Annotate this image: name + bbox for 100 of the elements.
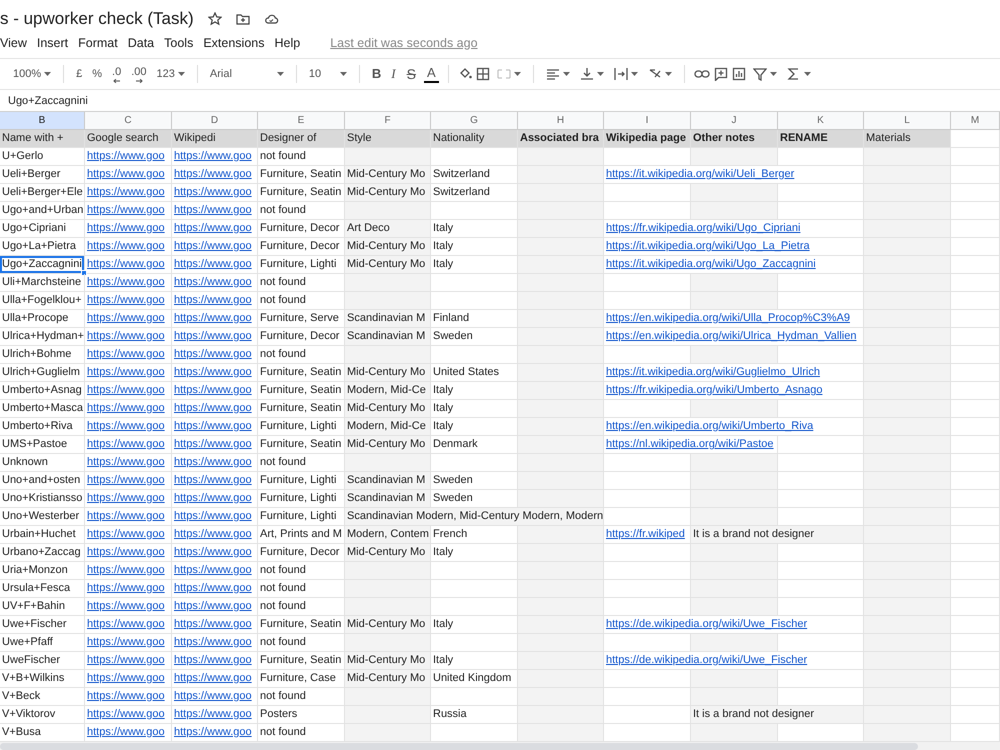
cell-link[interactable]: https://www.goo	[172, 148, 258, 166]
cell-link[interactable]: https://www.goo	[85, 544, 172, 562]
bold-button[interactable]: B	[368, 65, 384, 83]
cell-link[interactable]: https://www.goo	[172, 166, 258, 184]
cell-link[interactable]: https://www.goo	[85, 490, 172, 508]
column-header[interactable]: E	[258, 112, 345, 130]
cell-link[interactable]: https://www.goo	[172, 292, 258, 310]
text-color-button[interactable]: A	[424, 65, 439, 83]
menu-item[interactable]: Insert	[36, 34, 74, 52]
cloud-icon[interactable]	[264, 12, 279, 26]
cell-link[interactable]: https://www.goo	[85, 652, 172, 670]
borders-icon[interactable]	[476, 67, 490, 81]
cell-link[interactable]: https://www.goo	[85, 706, 172, 724]
font-dropdown[interactable]: Arial	[206, 65, 287, 83]
cell-link[interactable]: https://www.goo	[85, 598, 172, 616]
cell-link[interactable]: https://www.goo	[172, 616, 258, 634]
cell-link[interactable]: https://it.wikipedia.org/wiki/Ugo_La_Pietra	[604, 238, 864, 256]
cell-link[interactable]: https://en.wikipedia.org/wiki/Ulla_Procop%C3%A9	[604, 310, 864, 328]
percent-button[interactable]: %	[89, 65, 106, 83]
column-header[interactable]: I	[604, 112, 691, 130]
column-header[interactable]: B	[0, 112, 85, 130]
cell-link[interactable]: https://www.goo	[172, 418, 258, 436]
last-edit-link[interactable]: Last edit was seconds ago	[324, 32, 484, 54]
cell-link[interactable]: https://www.goo	[172, 670, 258, 688]
cell-link[interactable]: https://www.goo	[85, 202, 172, 220]
menu-item[interactable]: Extensions	[203, 34, 270, 52]
cell-link[interactable]: https://www.goo	[172, 598, 258, 616]
currency-button[interactable]: £	[73, 65, 86, 83]
chart-icon[interactable]	[732, 67, 746, 81]
column-header[interactable]: F	[345, 112, 431, 130]
cell-link[interactable]: https://www.goo	[172, 562, 258, 580]
column-header[interactable]: G	[431, 112, 518, 130]
cell-link[interactable]: https://www.goo	[85, 328, 172, 346]
cell-link[interactable]: https://www.goo	[172, 652, 258, 670]
menu-item[interactable]: Tools	[164, 34, 200, 52]
cell-link[interactable]: https://www.goo	[85, 616, 172, 634]
column-header[interactable]: K	[778, 112, 864, 130]
cell-link[interactable]: https://www.goo	[172, 310, 258, 328]
menu-item[interactable]: Format	[78, 34, 124, 52]
column-header[interactable]: C	[85, 112, 172, 130]
cell-link[interactable]: https://www.goo	[172, 436, 258, 454]
zoom-dropdown[interactable]: 100%	[10, 65, 54, 83]
cell-link[interactable]: https://www.goo	[172, 202, 258, 220]
font-size-dropdown[interactable]: 10	[306, 65, 350, 83]
cell-link[interactable]: https://www.goo	[172, 544, 258, 562]
cell-link[interactable]: https://www.goo	[85, 562, 172, 580]
cell-link[interactable]: https://www.goo	[85, 526, 172, 544]
cell-link[interactable]: https://www.goo	[172, 454, 258, 472]
cell-link[interactable]: https://www.goo	[172, 580, 258, 598]
cell-link[interactable]: https://www.goo	[85, 346, 172, 364]
cell-link[interactable]: https://www.goo	[172, 328, 258, 346]
cell-link[interactable]: https://www.goo	[85, 454, 172, 472]
cell-link[interactable]: https://www.goo	[172, 706, 258, 724]
column-header[interactable]: J	[691, 112, 778, 130]
cell-link[interactable]: https://www.goo	[85, 184, 172, 202]
cell-link[interactable]: https://www.goo	[85, 238, 172, 256]
cell-link[interactable]: https://www.goo	[85, 634, 172, 652]
cell-link[interactable]: https://www.goo	[85, 256, 172, 274]
italic-button[interactable]: I	[388, 65, 399, 83]
cell-link[interactable]: https://www.goo	[172, 688, 258, 706]
star-icon[interactable]	[208, 12, 222, 26]
cell-link[interactable]: https://www.goo	[85, 436, 172, 454]
menu-item[interactable]: Help	[274, 34, 306, 52]
column-header[interactable]: M	[951, 112, 1000, 130]
cell-link[interactable]: https://www.goo	[85, 418, 172, 436]
cell-link[interactable]: https://www.goo	[172, 634, 258, 652]
cell-link[interactable]: https://www.goo	[85, 688, 172, 706]
cell-link[interactable]: https://www.goo	[85, 274, 172, 292]
formula-bar-value[interactable]: Ugo+Zaccagnini	[8, 95, 88, 107]
decrease-decimal-button[interactable]: .0	[109, 63, 124, 85]
cell-link[interactable]: https://www.goo	[85, 364, 172, 382]
cell-link[interactable]: https://www.goo	[85, 508, 172, 526]
increase-decimal-button[interactable]: .00	[128, 63, 150, 85]
cell-link[interactable]: https://www.goo	[85, 400, 172, 418]
menu-item[interactable]: View	[0, 34, 33, 52]
cell-link[interactable]: https://www.goo	[85, 472, 172, 490]
cell-link[interactable]: https://fr.wikipedia.org/wiki/Ugo_Cipriani	[604, 220, 864, 238]
cell-link[interactable]: https://www.goo	[172, 238, 258, 256]
cell-link[interactable]: https://www.goo	[172, 220, 258, 238]
cell-link[interactable]: https://www.goo	[172, 472, 258, 490]
cell-link[interactable]: https://www.goo	[85, 382, 172, 400]
number-format-dropdown[interactable]: 123	[154, 65, 188, 83]
cell-link[interactable]: https://www.goo	[172, 274, 258, 292]
cell-link[interactable]: https://www.goo	[172, 400, 258, 418]
cell-link[interactable]: https://www.goo	[172, 490, 258, 508]
column-header[interactable]: D	[172, 112, 258, 130]
cell-link[interactable]: https://www.goo	[85, 220, 172, 238]
cell-link[interactable]: https://www.goo	[85, 670, 172, 688]
cell-link[interactable]: https://www.goo	[85, 148, 172, 166]
menu-item[interactable]: Data	[128, 34, 160, 52]
comment-icon[interactable]	[714, 67, 728, 81]
cell-link[interactable]: https://www.goo	[172, 346, 258, 364]
cell-link[interactable]: https://en.wikipedia.org/wiki/Umberto_Riva	[604, 418, 864, 436]
cell-link[interactable]: https://www.goo	[172, 526, 258, 544]
folder-icon[interactable]	[236, 12, 250, 26]
cell-link[interactable]: https://www.goo	[85, 166, 172, 184]
cell-link[interactable]: https://www.goo	[85, 310, 172, 328]
cell-link[interactable]: https://www.goo	[172, 382, 258, 400]
cell-link[interactable]: https://it.wikipedia.org/wiki/Guglielmo_Ulrich	[604, 364, 864, 382]
column-header[interactable]: H	[518, 112, 604, 130]
